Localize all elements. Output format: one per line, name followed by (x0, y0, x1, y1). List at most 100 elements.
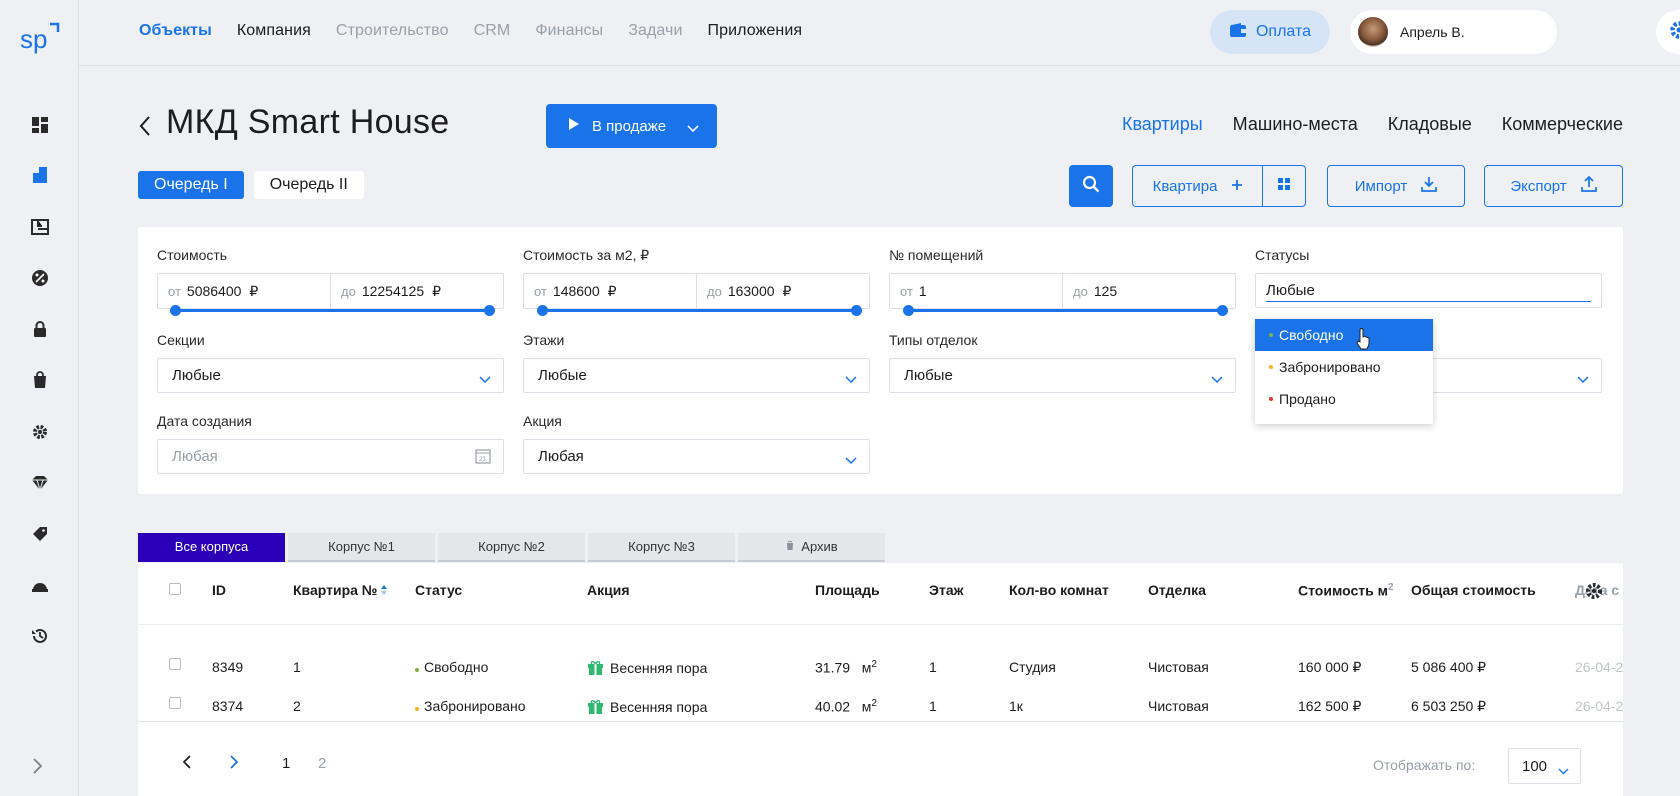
tab-building-1[interactable]: Корпус №1 (288, 533, 435, 562)
queue-2-button[interactable]: Очередь II (253, 171, 364, 199)
table-settings-icon[interactable] (1584, 581, 1604, 606)
building-icon[interactable] (29, 164, 51, 186)
cost-slider[interactable] (170, 305, 495, 316)
finish-types-select[interactable]: Любые (889, 358, 1236, 393)
trash-icon (785, 539, 795, 554)
import-button[interactable]: Импорт (1327, 165, 1465, 207)
tab-parking[interactable]: Машино-места (1233, 114, 1358, 135)
nav-tasks[interactable]: Задачи (628, 22, 682, 40)
page-2[interactable]: 2 (318, 755, 326, 772)
tab-apartments[interactable]: Квартиры (1122, 114, 1203, 135)
calendar-icon: 23 (475, 448, 491, 468)
floors-select[interactable]: Любые (523, 358, 870, 393)
status-option-sold[interactable]: Продано (1255, 383, 1433, 415)
cell-total: 6 503 250 ₽ (1411, 698, 1487, 714)
tag-icon[interactable] (29, 523, 51, 545)
settings-button[interactable] (1656, 10, 1680, 54)
chevron-down-icon (687, 120, 699, 137)
cell-rooms: Студия (1009, 659, 1056, 675)
diamond-icon[interactable] (29, 472, 51, 494)
nav-objects[interactable]: Объекты (139, 22, 212, 40)
back-icon[interactable] (138, 114, 152, 138)
wallet-icon (1229, 22, 1247, 43)
cell-promo: Весенняя пора (587, 659, 707, 676)
header-promo[interactable]: Акция (587, 582, 630, 598)
logo[interactable]: sp (20, 20, 60, 54)
header-finish[interactable]: Отделка (1148, 582, 1206, 598)
add-apartment-button[interactable]: Квартира (1132, 165, 1263, 207)
status-option-free[interactable]: Свободно (1255, 319, 1433, 351)
header-apartment[interactable]: Квартира № (293, 582, 388, 598)
nav-construction[interactable]: Строительство (336, 22, 449, 40)
gears-icon[interactable] (29, 421, 51, 443)
promo-select[interactable]: Любая (523, 439, 870, 474)
tab-storage[interactable]: Кладовые (1388, 114, 1472, 135)
header-cost-m2[interactable]: Стоимость м2 (1298, 582, 1394, 599)
rooms-slider[interactable] (903, 305, 1228, 316)
status-dot (1269, 333, 1273, 337)
tab-building-3[interactable]: Корпус №3 (588, 533, 735, 562)
tab-building-2[interactable]: Корпус №2 (438, 533, 585, 562)
queue-tabs: Очередь I Очередь II (138, 171, 364, 199)
row-checkbox[interactable] (169, 658, 181, 670)
header-id[interactable]: ID (212, 582, 226, 598)
download-icon (1421, 176, 1438, 196)
queue-1-button[interactable]: Очередь I (138, 171, 244, 199)
nav-crm[interactable]: CRM (474, 22, 511, 40)
dashboard-icon[interactable] (29, 114, 51, 136)
search-icon (1082, 175, 1100, 198)
plan-icon[interactable] (29, 216, 51, 238)
row-checkbox[interactable] (169, 697, 181, 709)
header-status[interactable]: Статус (415, 582, 462, 598)
tab-all-buildings[interactable]: Все корпуса (138, 533, 285, 562)
cost-m2-slider[interactable] (537, 305, 862, 316)
cost-m2-from-input[interactable]: от 148600 ₽ (524, 274, 697, 308)
cell-date: 26-04-2 (1575, 698, 1623, 714)
page-1[interactable]: 1 (282, 755, 290, 772)
lock-icon[interactable] (29, 318, 51, 340)
select-all-checkbox[interactable] (169, 583, 181, 595)
import-label: Импорт (1354, 177, 1408, 195)
sale-status-button[interactable]: В продаже (546, 104, 717, 148)
tab-archive[interactable]: Архив (738, 533, 885, 562)
sale-status-label: В продаже (592, 117, 667, 135)
rooms-from-input[interactable]: от 1 (890, 274, 1063, 308)
created-date-input[interactable]: Любая 23 (157, 439, 504, 474)
helmet-icon[interactable] (29, 574, 51, 596)
status-option-reserved[interactable]: Забронировано (1255, 351, 1433, 383)
cell-status: Свободно (415, 659, 488, 675)
statuses-input[interactable]: Любые (1255, 273, 1602, 308)
cost-from-input[interactable]: от 5086400 ₽ (158, 274, 331, 308)
payment-button[interactable]: Оплата (1210, 10, 1330, 54)
grid-view-button[interactable] (1262, 165, 1306, 207)
cell-finish: Чистовая (1148, 659, 1209, 675)
header-floor[interactable]: Этаж (929, 582, 964, 598)
cell-id: 8374 (212, 698, 244, 714)
cell-apartment: 2 (293, 698, 301, 714)
sections-select[interactable]: Любые (157, 358, 504, 393)
next-page-icon[interactable] (229, 755, 239, 773)
prev-page-icon[interactable] (182, 755, 192, 773)
chevron-right-icon[interactable] (30, 756, 46, 776)
header-rooms[interactable]: Кол-во комнат (1009, 582, 1117, 598)
per-page-select[interactable]: 100 (1508, 748, 1581, 784)
status-dot (415, 707, 419, 711)
nav-finance[interactable]: Финансы (535, 22, 603, 40)
cost-m2-to-input[interactable]: до 163000 ₽ (697, 274, 869, 308)
bag-icon[interactable] (29, 369, 51, 391)
percent-icon[interactable] (29, 267, 51, 289)
history-icon[interactable] (29, 625, 51, 647)
chevron-down-icon (1211, 371, 1223, 388)
cost-to-input[interactable]: до 12254125 ₽ (331, 274, 503, 308)
search-button[interactable] (1069, 165, 1113, 207)
top-nav: Объекты Компания Строительство CRM Финан… (139, 22, 827, 40)
rooms-to-input[interactable]: до 125 (1063, 274, 1235, 308)
export-button[interactable]: Экспорт (1484, 165, 1623, 207)
tab-commercial[interactable]: Коммерческие (1502, 114, 1623, 135)
user-menu[interactable]: Апрель В. (1350, 10, 1557, 54)
header-total[interactable]: Общая стоимость (1411, 582, 1545, 598)
nav-company[interactable]: Компания (237, 22, 311, 40)
cell-cost-m2: 162 500 ₽ (1298, 698, 1362, 714)
nav-apps[interactable]: Приложения (708, 22, 803, 40)
header-area[interactable]: Площадь (815, 582, 880, 598)
